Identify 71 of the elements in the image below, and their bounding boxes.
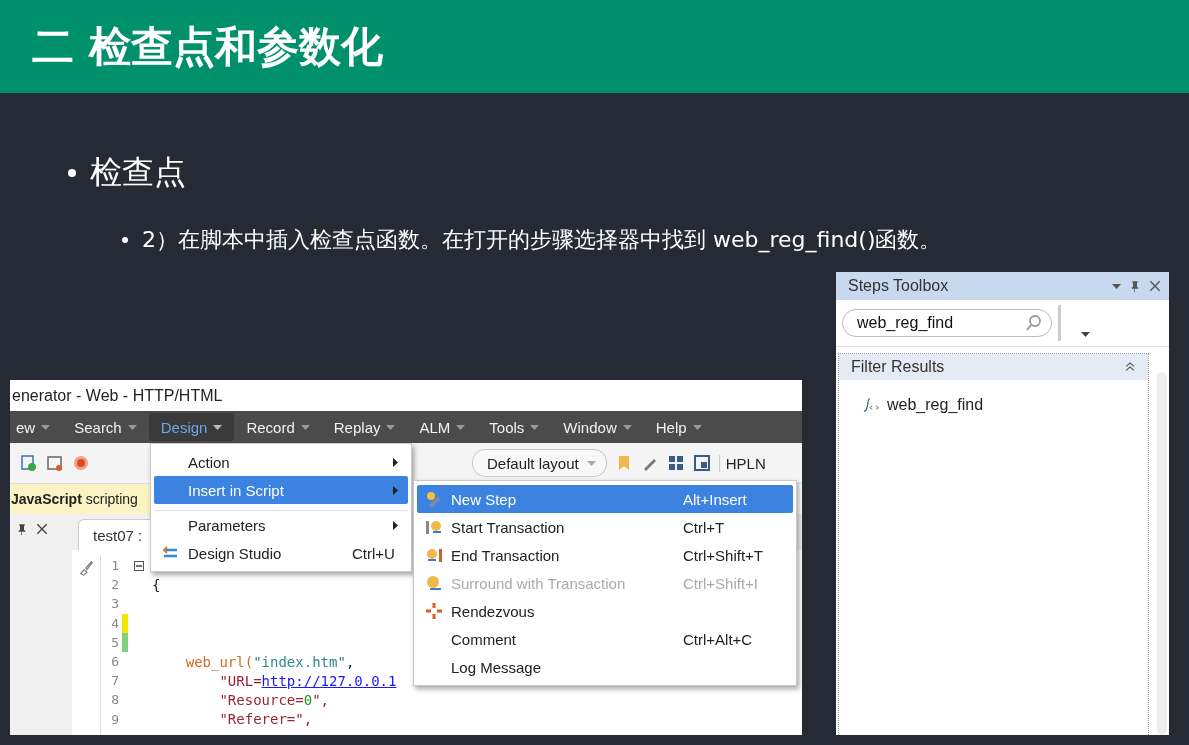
line-number: 8 [110, 692, 119, 708]
result-item[interactable]: web_reg_find [861, 396, 1148, 414]
close-icon [1149, 280, 1161, 292]
menu-item[interactable]: Search [62, 413, 149, 441]
collapse-icon [1124, 361, 1136, 373]
menu-item[interactable]: Window [551, 413, 644, 441]
form-icon [46, 454, 64, 472]
menu-item[interactable]: Help [643, 413, 714, 441]
pin-icon [1129, 279, 1141, 293]
info-bar: JavaScript scripting [10, 484, 151, 514]
pin-icon [16, 522, 28, 536]
menu-item[interactable]: ALM [407, 413, 478, 441]
line-number: 6 [110, 654, 119, 670]
layout-dropdown[interactable]: Default layout [472, 449, 607, 477]
menu-entry[interactable]: Comment Ctrl+Alt+C [417, 625, 793, 653]
menu-item[interactable]: Replay [321, 413, 408, 441]
code-line: "URL=http://127.0.0.1 [218, 671, 397, 690]
collapse-toggle-icon[interactable] [134, 560, 144, 571]
menu-entry[interactable]: Action [154, 448, 408, 476]
bullet-dot [68, 169, 76, 177]
menu-entry[interactable]: Start Transaction Ctrl+T [417, 513, 793, 541]
menu-entry[interactable]: Parameters [154, 510, 408, 539]
toolbar-label[interactable]: HPLN [718, 454, 766, 472]
line-number: 7 [110, 673, 119, 689]
caret-icon [692, 424, 702, 430]
panel-title: Steps Toolbox [848, 277, 949, 295]
code-line: "Referer=", [218, 710, 313, 729]
menu-entry[interactable]: New Step Alt+Insert [417, 485, 793, 513]
bullet-text: 检查点 [90, 152, 186, 193]
menu-item[interactable]: Design [148, 413, 235, 441]
caret-icon [1112, 283, 1121, 289]
code-line: { [152, 575, 161, 594]
section-title: Filter Results [851, 358, 945, 376]
code-line: web_url("index.htm", [184, 652, 355, 671]
brush-icon [78, 560, 94, 576]
menu-item[interactable]: Record [234, 413, 322, 441]
menu-entry[interactable]: Log Message [417, 653, 793, 681]
search-icon [1025, 314, 1043, 332]
line-number: 2 [110, 577, 119, 593]
caret-icon [386, 424, 396, 430]
caret-icon [127, 424, 137, 430]
caret-icon [213, 424, 223, 430]
code-line: "Resource=0", [218, 690, 329, 709]
menu-item[interactable]: ew [10, 413, 63, 441]
bullet-dot [122, 237, 128, 243]
caret-icon [300, 424, 310, 430]
slide-title: 二 检查点和参数化 [32, 20, 383, 73]
caret-icon [586, 460, 596, 466]
menu-item[interactable]: Tools [477, 413, 552, 441]
function-icon [861, 397, 881, 413]
caret-icon [530, 424, 540, 430]
record-icon [72, 454, 90, 472]
line-number: 5 [110, 634, 119, 650]
line-number: 4 [110, 615, 119, 631]
caret-icon [622, 424, 632, 430]
menu-entry[interactable]: Rendezvous [417, 597, 793, 625]
window-title: enerator - Web - HTTP/HTML [12, 386, 223, 405]
window-icon [692, 454, 711, 472]
menu-entry[interactable]: Insert in Script [154, 476, 408, 504]
refresh-icon [20, 454, 38, 472]
caret-icon [1081, 332, 1090, 337]
line-number: 1 [110, 558, 119, 574]
menu-entry[interactable]: End Transaction Ctrl+Shift+T [417, 541, 793, 569]
line-number: 9 [110, 711, 119, 727]
close-icon [36, 523, 48, 535]
caret-icon [456, 424, 466, 430]
bullet-text: 2）在脚本中插入检查点函数。在打开的步骤选择器中找到 web_reg_find()函数。 [142, 226, 942, 255]
scrollbar[interactable] [1157, 372, 1167, 735]
caret-icon [41, 424, 51, 430]
grid-icon [666, 454, 685, 472]
line-number: 3 [110, 596, 119, 612]
